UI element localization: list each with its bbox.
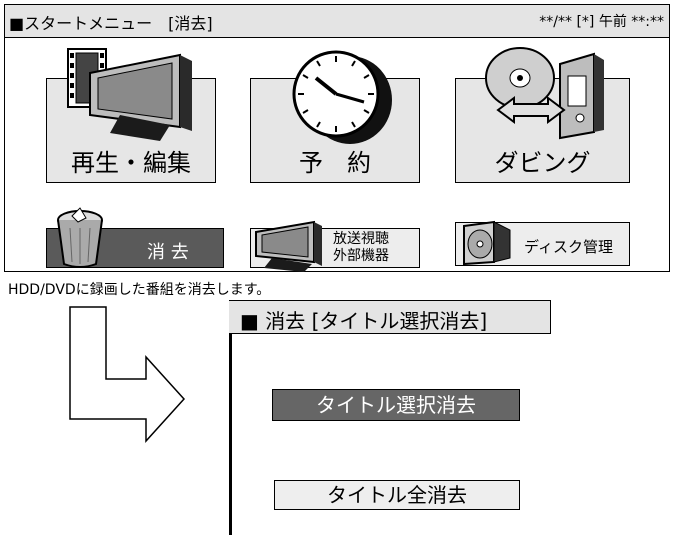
description-text: HDD/DVDに録画した番組を消去します。 [8,282,271,298]
title-select-erase-button[interactable]: タイトル選択消去 [272,389,520,421]
arrow-down-right-icon [69,306,186,443]
tile-label: 再生・編集 [71,149,191,177]
menu-item-label: タイトル全消去 [327,483,467,507]
disc-transfer-icon [485,47,604,140]
tile-label: ダビング [494,149,591,177]
tile-label: 予 約 [299,149,371,177]
film-tv-icon [67,48,192,141]
menu-item-label: タイトル選択消去 [316,393,476,417]
external-device-label: 外部機器 [333,248,389,264]
tv-icon [255,220,322,272]
trash-icon [57,207,103,268]
clock-display: **/** [*] 午前 **:** [539,14,664,30]
erase-label: 消 去 [147,242,189,263]
clock-icon [292,50,392,144]
title-all-erase-button[interactable]: タイトル全消去 [274,480,520,510]
page-title: ■スタートメニュー [消去] [9,14,213,33]
disc-management-label: ディスク管理 [524,238,613,256]
disc-case-icon [463,220,511,266]
submenu-title: ■ 消去 [タイトル選択消去] [240,309,488,333]
broadcast-label: 放送視聴 [333,231,389,247]
